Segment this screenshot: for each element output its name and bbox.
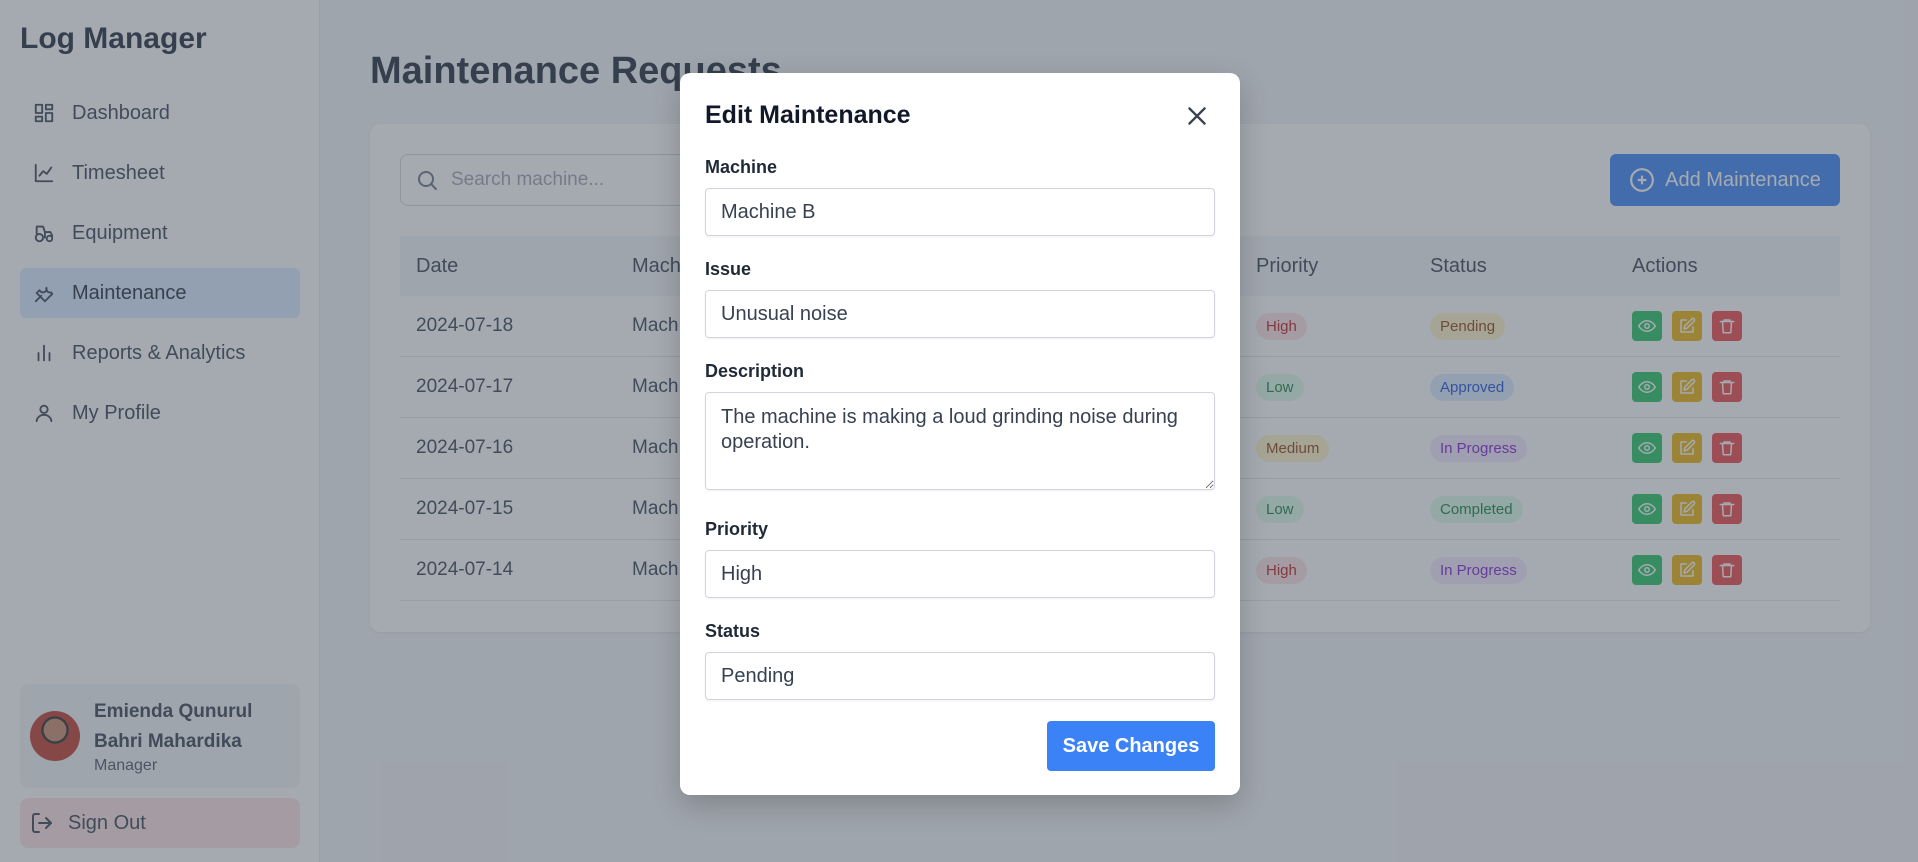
description-label: Description: [705, 361, 805, 381]
description-field[interactable]: The machine is making a loud grinding no…: [705, 392, 1215, 490]
status-label: Status: [705, 621, 761, 641]
priority-field[interactable]: [705, 550, 1215, 598]
save-changes-button[interactable]: Save Changes: [1047, 721, 1215, 771]
machine-field[interactable]: [705, 188, 1215, 236]
issue-field[interactable]: [705, 290, 1215, 338]
issue-label: Issue: [705, 259, 752, 279]
close-icon: [1188, 107, 1206, 125]
close-button[interactable]: [1182, 101, 1212, 131]
modal-title: Edit Maintenance: [705, 101, 911, 129]
priority-label: Priority: [705, 519, 769, 539]
status-field[interactable]: [705, 652, 1215, 700]
edit-maintenance-modal: Edit Maintenance Machine Issue Descripti…: [680, 73, 1240, 795]
machine-label: Machine: [705, 157, 778, 177]
